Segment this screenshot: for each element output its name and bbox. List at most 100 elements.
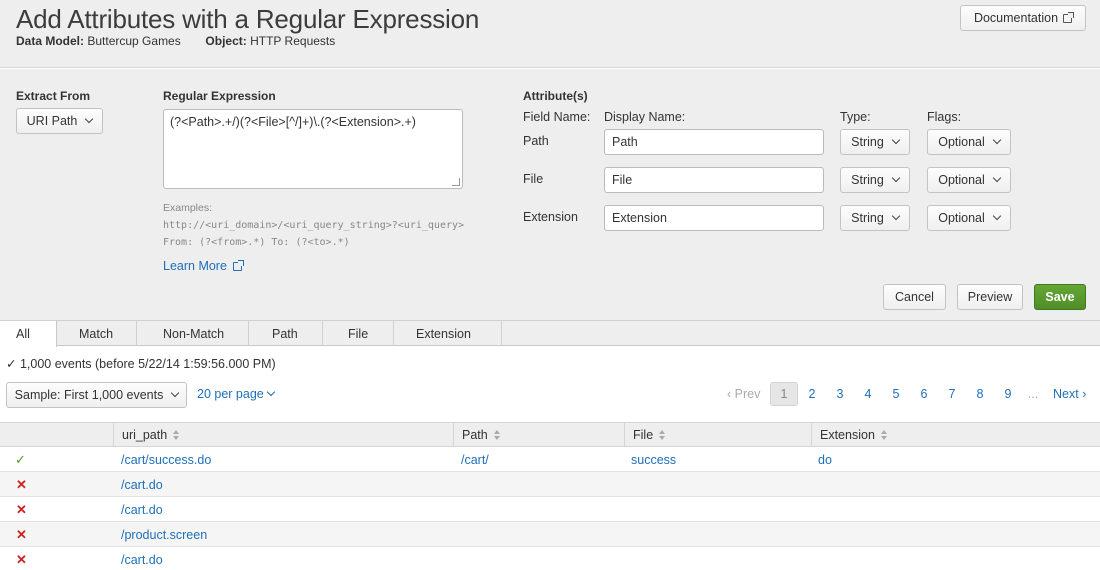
type-dropdown[interactable]: String (840, 129, 910, 155)
external-link-icon (1063, 11, 1075, 23)
save-button[interactable]: Save (1034, 284, 1086, 310)
form-area: Extract From URI Path Regular Expression… (0, 69, 1100, 321)
page-button[interactable]: 2 (798, 382, 826, 406)
per-page-value: 20 per page (197, 387, 264, 401)
flags-value: Optional (938, 211, 985, 225)
data-model-value: Buttercup Games (87, 34, 181, 48)
documentation-label: Documentation (973, 11, 1059, 25)
extension-cell[interactable]: do (818, 447, 832, 472)
chevron-right-icon: › (1082, 387, 1087, 401)
learn-more-label: Learn More (163, 259, 227, 273)
attributes-label: Attribute(s) (523, 89, 588, 103)
pagination-ellipsis: ... (1027, 387, 1039, 401)
next-page-button[interactable]: Next › (1053, 382, 1086, 406)
chevron-down-icon (891, 135, 901, 145)
page-button[interactable]: 7 (938, 382, 966, 406)
chevron-down-icon (85, 114, 94, 124)
example-line: From: (?<from>.*) To: (?<to>.*) (163, 237, 350, 248)
column-header-label: File (633, 428, 654, 442)
file-cell[interactable]: success (631, 447, 676, 472)
uri-path-cell[interactable]: /cart.do (121, 547, 163, 570)
page-button[interactable]: 4 (854, 382, 882, 406)
events-summary: ✓ 1,000 events (before 5/22/14 1:59:56.0… (6, 356, 276, 371)
uri-path-cell[interactable]: /cart.do (121, 472, 163, 497)
cancel-button[interactable]: Cancel (883, 284, 946, 310)
tab-all[interactable]: All (0, 321, 57, 347)
chevron-down-icon (171, 388, 180, 398)
example-line: http://<uri_domain>/<uri_query_string>?<… (163, 220, 465, 231)
chevron-down-icon (992, 211, 1002, 221)
flags-header: Flags: (927, 110, 962, 124)
page-button[interactable]: 1 (770, 382, 798, 406)
object-value: HTTP Requests (250, 34, 336, 48)
chevron-down-icon (891, 173, 901, 183)
tab-file[interactable]: File (323, 321, 394, 346)
non-match-x-icon: ✕ (16, 476, 27, 492)
prev-page-button[interactable]: ‹ Prev (727, 382, 760, 406)
checkmark-icon: ✓ (6, 357, 17, 371)
type-dropdown[interactable]: String (840, 167, 910, 193)
tab-match[interactable]: Match (57, 321, 137, 346)
column-header-label: Path (462, 428, 488, 442)
non-match-x-icon: ✕ (16, 551, 27, 567)
column-header-file[interactable]: File (624, 423, 811, 447)
learn-more-link[interactable]: Learn More (163, 259, 244, 273)
tab-path[interactable]: Path (249, 321, 323, 346)
sort-icon (173, 430, 180, 440)
page-button[interactable]: 3 (826, 382, 854, 406)
regex-label: Regular Expression (163, 89, 276, 103)
column-header-label: uri_path (122, 428, 168, 442)
prev-label: Prev (734, 387, 761, 401)
flags-value: Optional (938, 173, 985, 187)
page-meta: Data Model: Buttercup Games Object: HTTP… (16, 34, 335, 48)
flags-dropdown[interactable]: Optional (927, 129, 1011, 155)
flags-dropdown[interactable]: Optional (927, 205, 1011, 231)
column-header-uri-path[interactable]: uri_path (113, 423, 453, 447)
type-value: String (851, 173, 884, 187)
regex-textarea[interactable]: (?<Path>.+/)(?<File>[^/]+)\.(?<Extension… (163, 109, 463, 189)
sort-icon (880, 430, 887, 440)
display-name-header: Display Name: (604, 110, 686, 124)
display-name-input[interactable]: File (604, 167, 824, 193)
chevron-down-icon (891, 211, 901, 221)
regex-value: (?<Path>.+/)(?<File>[^/]+)\.(?<Extension… (170, 115, 416, 129)
column-header-path[interactable]: Path (453, 423, 624, 447)
type-value: String (851, 211, 884, 225)
field-name-header: Field Name: (523, 110, 591, 124)
object-label: Object: (205, 34, 247, 48)
table-row: ✓ /cart/success.do /cart/ success do (0, 447, 1100, 472)
type-dropdown[interactable]: String (840, 205, 910, 231)
external-link-icon (232, 259, 244, 271)
page-button[interactable]: 6 (910, 382, 938, 406)
preview-button[interactable]: Preview (957, 284, 1023, 310)
sample-dropdown[interactable]: Sample: First 1,000 events (6, 382, 187, 408)
page-button[interactable]: 5 (882, 382, 910, 406)
table-row: ✕ /product.screen (0, 522, 1100, 547)
chevron-down-icon (266, 387, 275, 397)
column-header-extension[interactable]: Extension (811, 423, 1100, 447)
documentation-button[interactable]: Documentation (960, 5, 1086, 31)
flags-dropdown[interactable]: Optional (927, 167, 1011, 193)
match-check-icon: ✓ (15, 451, 26, 467)
sort-icon (493, 430, 500, 440)
page-button[interactable]: 9 (994, 382, 1022, 406)
page-header: Add Attributes with a Regular Expression… (0, 0, 1100, 68)
display-name-input[interactable]: Extension (604, 205, 824, 231)
page-button[interactable]: 8 (966, 382, 994, 406)
resize-handle-icon[interactable] (452, 178, 460, 186)
attribute-field-name: Path (523, 134, 549, 148)
results-tabs: All Match Non-Match Path File Extension (0, 321, 1100, 347)
uri-path-cell[interactable]: /cart/success.do (121, 447, 211, 472)
uri-path-cell[interactable]: /product.screen (121, 522, 207, 547)
table-row: ✕ /cart.do (0, 472, 1100, 497)
per-page-dropdown[interactable]: 20 per page (197, 382, 275, 406)
uri-path-cell[interactable]: /cart.do (121, 497, 163, 522)
tab-non-match[interactable]: Non-Match (137, 321, 249, 346)
extract-from-dropdown[interactable]: URI Path (16, 108, 103, 134)
display-name-input[interactable]: Path (604, 129, 824, 155)
path-cell[interactable]: /cart/ (461, 447, 489, 472)
chevron-left-icon: ‹ (727, 387, 732, 401)
non-match-x-icon: ✕ (16, 501, 27, 517)
tab-extension[interactable]: Extension (394, 321, 502, 346)
flags-value: Optional (938, 135, 985, 149)
